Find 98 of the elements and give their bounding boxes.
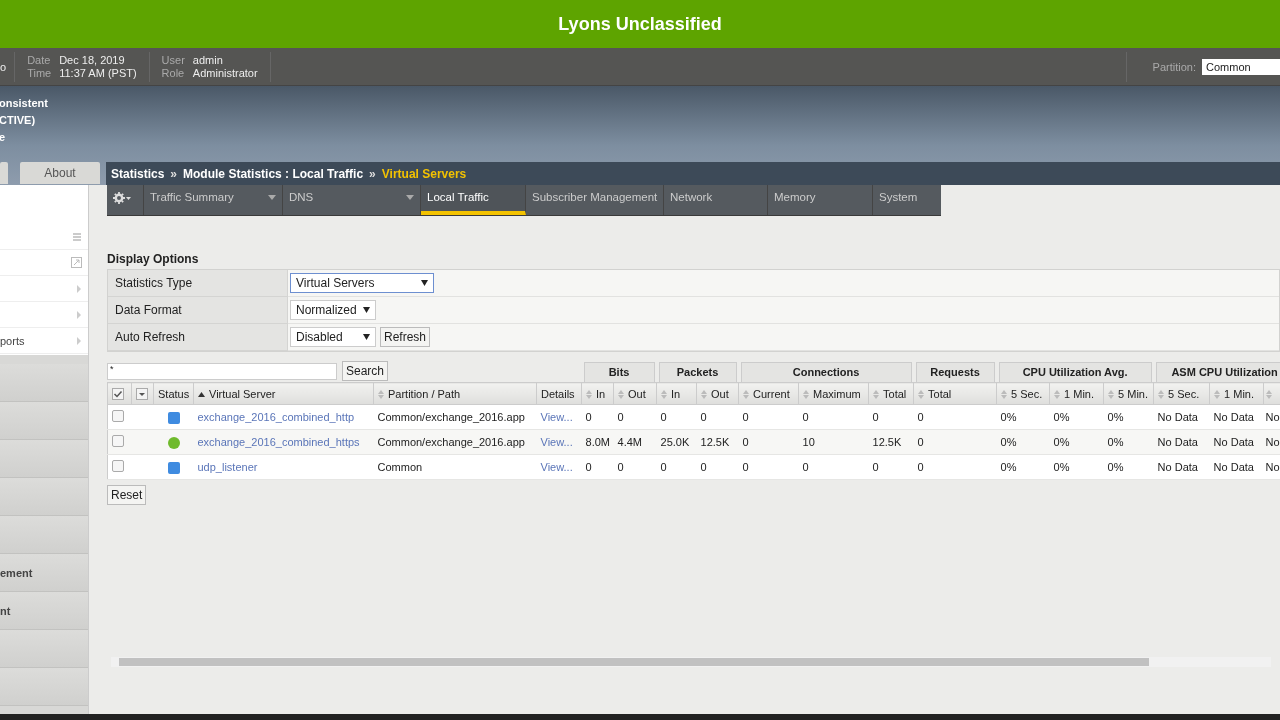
table-header-cell[interactable]: 1 Min. [1049,382,1104,405]
table-header-cell[interactable]: 5 Min. [1103,382,1154,405]
table-header-cell[interactable]: Partition / Path [373,382,537,405]
table-cell: 0 [913,429,997,455]
menu-tab[interactable]: Traffic Summary [144,185,283,215]
sidebar-module[interactable] [0,364,88,402]
sidebar-module[interactable] [0,630,88,668]
list-icon [72,231,82,242]
sidebar-item[interactable]: ports [0,328,88,354]
module-label: nt [0,604,11,617]
date-label: Date [27,54,52,66]
tab[interactable]: About [20,162,100,184]
breadcrumb-link[interactable]: Module Statistics : Local Traffic [183,166,364,181]
table-header-cell[interactable]: Out [696,382,739,405]
dropdown-arrow-icon [421,280,428,286]
column-group-header: Bits [583,362,655,382]
user-label: User [161,54,185,66]
menu-tab[interactable]: Subscriber Management [526,185,664,215]
date-value: Dec 18, 2019 [59,54,126,66]
table-header-cell[interactable]: 5 Sec. [996,382,1050,405]
dropdown[interactable]: Virtual Servers [290,273,434,293]
table-header-cell[interactable]: 5 Sec. [1153,382,1210,405]
menu-tab[interactable]: Local Traffic [421,185,526,215]
tab[interactable] [0,162,8,184]
table-header-cell[interactable]: Out [613,382,657,405]
select-all-checkbox-icon [112,388,124,401]
role-value: Administrator [192,67,258,79]
search-button[interactable]: Search [342,361,389,381]
caret-icon [76,283,82,294]
table-header-cell[interactable]: Total [913,382,997,405]
role-label: Role [161,67,185,79]
time-value: 11:37 AM (PST) [59,67,137,79]
virtual-server-link[interactable]: udp_listener [197,461,258,473]
partition-select[interactable]: Common [1202,58,1280,75]
breadcrumb-link[interactable]: Statistics [111,166,165,181]
table-header-cell[interactable]: Virtual Server [193,382,374,405]
breadcrumb-separator: » [369,166,376,181]
column-group-header: Packets [658,362,737,382]
banner-title: Lyons Unclassified [558,13,722,35]
breadcrumb-separator: » [170,166,178,181]
search-field[interactable]: * [107,362,337,380]
dropdown-arrow-icon [363,307,370,313]
table-header-cell[interactable]: Maximum [798,382,869,405]
sidebar-module[interactable]: nt [0,592,88,630]
caret-icon [76,335,82,346]
dropdown-icon [136,388,148,401]
table-cell: Common [373,454,537,480]
breadcrumb-link[interactable]: Virtual Servers [381,166,467,181]
option-label: Data Format [108,297,288,324]
module-label: ement [0,566,33,579]
column-group-header: Connections [740,362,912,382]
sidebar-module[interactable] [0,478,88,516]
sidebar-module[interactable] [0,668,88,706]
status-text: onsistent [0,96,49,111]
row-checkbox[interactable] [112,410,124,422]
column-group-header: ASM CPU Utilization [1155,362,1280,382]
sidebar-module[interactable]: ement [0,554,88,592]
caret-icon [76,309,82,320]
column-group-header: CPU Utilization Avg. [998,362,1152,382]
table-header-cell[interactable]: In [656,382,697,405]
table-cell: Common/exchange_2016.app [373,404,537,430]
table-header-cell[interactable]: Current [738,382,799,405]
option-label: Statistics Type [108,270,288,297]
table-header-cell[interactable]: 1 Min. [1209,382,1264,405]
scrollbar-thumb[interactable] [119,658,1149,666]
sidebar-module[interactable] [0,516,88,554]
table-header-cell[interactable]: Total [868,382,914,405]
table-cell: 0 [913,404,997,430]
partition-label: Partition: [1152,60,1196,73]
menu-tab[interactable]: System [873,185,941,215]
sidebar-item-label: ports [0,334,25,347]
row-checkbox[interactable] [112,460,124,472]
menu-tab[interactable]: Network [664,185,768,215]
popout-icon [71,257,82,268]
reset-button[interactable]: Reset [107,485,147,505]
option-label: Auto Refresh [108,324,288,351]
column-group-header: Requests [915,362,995,382]
table-header-cell[interactable]: In [581,382,614,405]
sidebar-module[interactable] [0,402,88,440]
section-title: Display Options [107,252,200,268]
table-header-cell: Status [153,382,194,405]
row-checkbox[interactable] [112,435,124,447]
horizontal-scrollbar[interactable] [111,657,1271,667]
status-text: CTIVE) [0,113,37,128]
host-name: o [0,60,7,73]
settings-icon [113,192,131,204]
refresh-button[interactable]: Refresh [380,327,431,347]
dropdown[interactable]: Disabled [290,327,376,347]
menu-tab[interactable]: Memory [768,185,873,215]
table-cell: 0 [913,454,997,480]
table-cell: Common/exchange_2016.app [373,429,537,455]
table-header-cell: Details [536,382,582,405]
dropdown-arrow-icon [363,334,370,340]
sidebar-module[interactable] [0,440,88,478]
dropdown[interactable]: Normalized [290,300,376,320]
status-text: e [0,130,7,145]
user-value: admin [192,54,224,66]
time-label: Time [27,67,52,79]
